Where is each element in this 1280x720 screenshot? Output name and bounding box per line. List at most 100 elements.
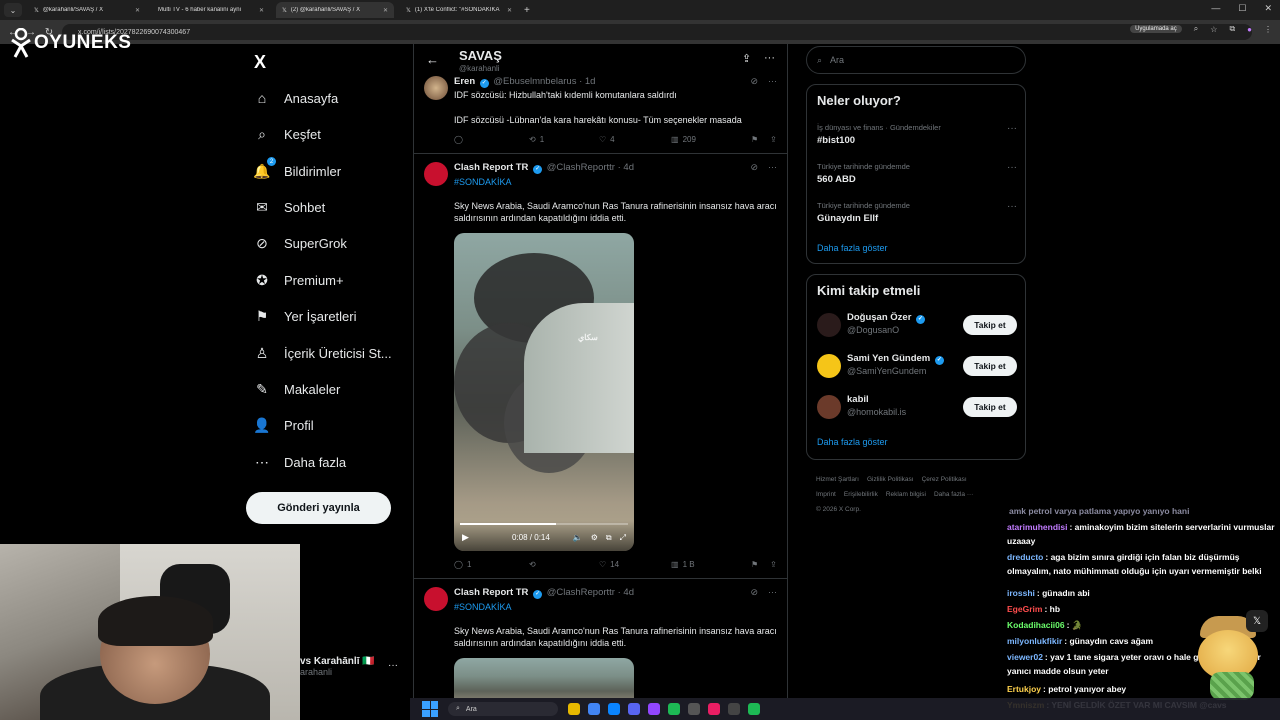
hashtag-link[interactable]: #SONDAKİKA (454, 176, 779, 188)
sidebar-account[interactable]: vs Karahānlī 🇮🇹 arahanli (300, 656, 375, 677)
tweet[interactable]: Eren ✓ @Ebuselmnbelarus · 1d ⊘ ··· IDF s… (414, 70, 787, 154)
file-explorer-icon[interactable] (568, 703, 580, 715)
post-button[interactable]: Gönderi yayınla (246, 492, 391, 524)
avatar[interactable] (424, 162, 448, 186)
chat-username[interactable]: viewer02 (1007, 652, 1043, 662)
sidebar-item-8[interactable]: ♙ İçerik Üreticisi St... (254, 345, 392, 361)
windows-start-icon[interactable] (422, 701, 438, 717)
views-button[interactable]: ▥ 1 B (671, 560, 751, 569)
views-button[interactable]: ▥ 209 (671, 135, 751, 144)
footer-link[interactable]: Reklam bilgisi (886, 491, 926, 498)
x-logo-icon[interactable]: X (254, 52, 266, 73)
sidebar-item-1[interactable]: ⌂ Anasayfa (254, 90, 338, 106)
chrome-icon[interactable] (588, 703, 600, 715)
trend-more-icon[interactable]: ··· (1007, 162, 1017, 173)
grok-icon[interactable]: ⊘ (750, 162, 758, 173)
url-field[interactable]: x.com/i/lists/2027822690074300467 (62, 24, 1252, 40)
extensions-icon[interactable]: ⧉ (1229, 24, 1235, 34)
like-button[interactable]: ♡ 14 (599, 560, 671, 569)
close-tab-icon[interactable]: ✕ (507, 7, 512, 14)
avatar[interactable] (424, 76, 448, 100)
share-button[interactable]: ⇪ (770, 560, 777, 569)
browser-tab-4[interactable]: 𝕏 (1) X'te Conflict: "#SONDAKİKA ✕ (400, 2, 518, 18)
chat-username[interactable]: irosshi (1007, 588, 1035, 598)
footer-link[interactable]: Gizlilik Politikası (867, 476, 914, 483)
twitch-icon[interactable] (648, 703, 660, 715)
follow-button[interactable]: Takip et (963, 315, 1017, 335)
tweet-more-icon[interactable]: ··· (768, 162, 777, 173)
chat-username[interactable]: Ertukjoy (1007, 684, 1041, 694)
taskbar-search[interactable]: ⌕ Ara (448, 702, 558, 716)
close-tab-icon[interactable]: ✕ (259, 7, 264, 14)
more-options-icon[interactable]: ··· (764, 52, 775, 64)
footer-link[interactable]: Çerez Politikası (922, 476, 967, 483)
bookmark-button[interactable]: ⚑ (751, 560, 758, 569)
bookmark-button[interactable]: ⚑ (751, 135, 758, 144)
sidebar-item-10[interactable]: 👤 Profil (253, 417, 313, 433)
discord-icon[interactable] (628, 703, 640, 715)
trends-show-more-link[interactable]: Daha fazla göster (817, 243, 888, 253)
tweet-video[interactable]: سكاي ▶ 0:08 / 0:14 🔈 ⚙ ⧉ ⤢ (454, 233, 634, 551)
trend-item[interactable]: Türkiye tarihinde gündemde 560 ABD ··· (817, 162, 1017, 185)
sidebar-item-4[interactable]: ✉ Sohbet (254, 199, 325, 215)
trend-item[interactable]: İş dünyası ve finans · Gündemdekiler #bi… (817, 123, 1017, 146)
chat-username[interactable]: Kodadihacii06 (1007, 620, 1065, 630)
app-icon[interactable] (748, 703, 760, 715)
play-icon[interactable]: ▶ (462, 532, 469, 543)
hashtag-link[interactable]: #SONDAKİKA (454, 601, 779, 613)
follow-suggestion[interactable]: Doğuşan Özer ✓ @DogusanO Takip et (817, 309, 1017, 341)
sidebar-item-6[interactable]: ✪ Premium+ (254, 272, 343, 288)
tweet-author[interactable]: Eren ✓ @Ebuselmnbelarus · 1d (454, 76, 595, 88)
grok-icon[interactable]: ⊘ (750, 587, 758, 598)
sidebar-item-3[interactable]: 🔔 2 Bildirimler (253, 157, 341, 179)
back-arrow-icon[interactable]: ← (426, 52, 439, 67)
footer-link[interactable]: Erişilebilirlik (844, 491, 878, 498)
repost-button[interactable]: ⟲ 1 (529, 135, 599, 144)
tweet-more-icon[interactable]: ··· (768, 76, 777, 87)
trend-more-icon[interactable]: ··· (1007, 123, 1017, 134)
pip-icon[interactable]: ⧉ (606, 533, 612, 543)
edge-icon[interactable] (608, 703, 620, 715)
avatar[interactable] (817, 354, 841, 378)
fullscreen-icon[interactable]: ⤢ (620, 533, 626, 543)
trend-item[interactable]: Türkiye tarihinde gündemde Günaydın Ellf… (817, 201, 1017, 224)
zoom-icon[interactable]: ⌕ (1194, 24, 1198, 34)
sidebar-item-9[interactable]: ✎ Makaleler (254, 381, 340, 397)
tweet[interactable]: Clash Report TR ✓ @ClashReporttr · 4d ⊘ … (414, 579, 787, 698)
who-show-more-link[interactable]: Daha fazla göster (817, 437, 888, 447)
chat-username[interactable]: milyonlukfikir (1007, 636, 1062, 646)
app-icon[interactable] (708, 703, 720, 715)
account-more-icon[interactable]: ··· (388, 660, 398, 671)
footer-link[interactable]: Hizmet Şartları (816, 476, 859, 483)
obs-icon[interactable] (688, 703, 700, 715)
tweet-author[interactable]: Clash Report TR ✓ @ClashReporttr · 4d (454, 587, 634, 599)
browser-tab-3[interactable]: 𝕏 (2) @karahanli/SAVAŞ / X ✕ (276, 2, 394, 18)
footer-link[interactable]: Imprint (816, 491, 836, 498)
repost-button[interactable]: ⟲ (529, 560, 599, 569)
follow-button[interactable]: Takip et (963, 356, 1017, 376)
share-icon[interactable]: ⇪ (742, 52, 751, 65)
follow-suggestion[interactable]: kabil @homokabil.is Takip et (817, 391, 1017, 423)
open-in-app-button[interactable]: Uygulamada aç (1130, 25, 1182, 33)
star-icon[interactable]: ☆ (1210, 25, 1217, 34)
follow-suggestion[interactable]: Sami Yen Gündem ✓ @SamiYenGundem Takip e… (817, 350, 1017, 382)
volume-icon[interactable]: 🔈 (573, 533, 583, 543)
sidebar-item-11[interactable]: ⋯ Daha fazla (254, 454, 346, 470)
tweet-video[interactable] (454, 658, 634, 698)
settings-icon[interactable]: ⚙ (591, 533, 598, 543)
sidebar-item-7[interactable]: ⚑ Yer İşaretleri (254, 308, 357, 324)
avatar[interactable] (424, 587, 448, 611)
profile-icon[interactable]: ● (1247, 25, 1252, 34)
chat-username[interactable]: atarimuhendisi (1007, 522, 1067, 532)
tweet-author[interactable]: Clash Report TR ✓ @ClashReporttr · 4d (454, 162, 634, 174)
close-window-icon[interactable]: ✕ (1264, 3, 1272, 14)
menu-icon[interactable]: ⋮ (1264, 25, 1272, 34)
tweet[interactable]: Clash Report TR ✓ @ClashReporttr · 4d ⊘ … (414, 154, 787, 579)
tweet-more-icon[interactable]: ··· (768, 587, 777, 598)
chat-username[interactable]: dreducto (1007, 552, 1043, 562)
maximize-icon[interactable]: ☐ (1238, 3, 1246, 14)
app-icon[interactable] (728, 703, 740, 715)
close-tab-icon[interactable]: ✕ (383, 7, 388, 14)
avatar[interactable] (817, 395, 841, 419)
sidebar-item-5[interactable]: ⊘ SuperGrok (254, 235, 347, 251)
